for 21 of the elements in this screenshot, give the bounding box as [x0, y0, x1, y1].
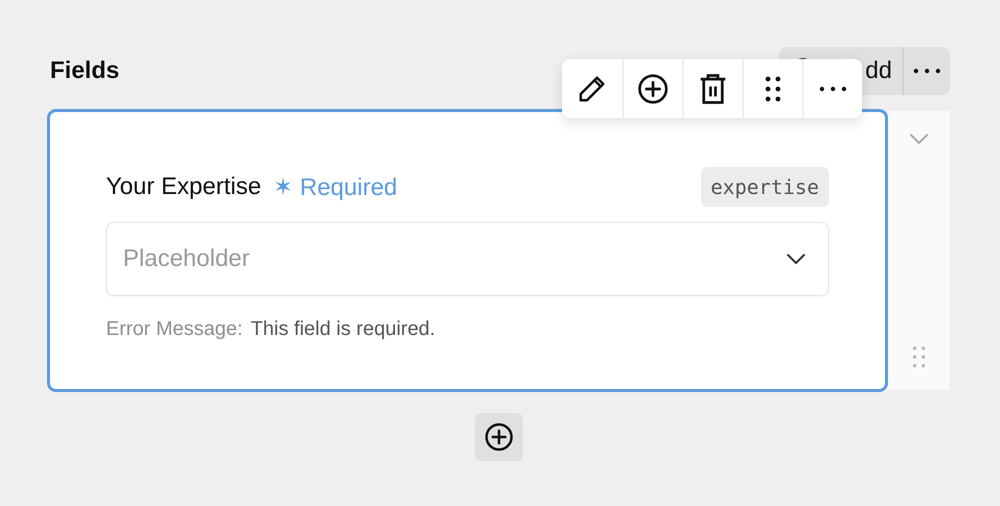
more-icon: [912, 67, 942, 75]
field-label: Your Expertise: [106, 173, 262, 201]
delete-tool-button[interactable]: [682, 59, 742, 118]
chevron-down-icon: [786, 253, 806, 265]
pencil-icon: [577, 74, 607, 104]
error-label: Error Message:: [106, 318, 243, 341]
field-card[interactable]: Your Expertise ✶ Required expertise Placeholder Error Message: This field is required.: [47, 109, 888, 392]
plus-circle-icon: [484, 422, 514, 452]
add-tool-button[interactable]: [622, 59, 682, 118]
section-title: Fields: [50, 57, 120, 85]
error-message: This field is required.: [250, 318, 436, 341]
trash-icon: [698, 72, 728, 104]
required-label: ✶ Required: [273, 172, 398, 202]
collapse-chevron-icon: [909, 133, 929, 145]
plus-circle-icon: [637, 72, 669, 104]
more-icon: [818, 84, 848, 92]
drag-handle-icon: [910, 344, 928, 370]
add-field-button[interactable]: [474, 413, 522, 461]
field-key-tag: expertise: [700, 167, 829, 207]
edit-tool-button[interactable]: [562, 59, 622, 118]
drag-tool-button[interactable]: [742, 59, 802, 118]
